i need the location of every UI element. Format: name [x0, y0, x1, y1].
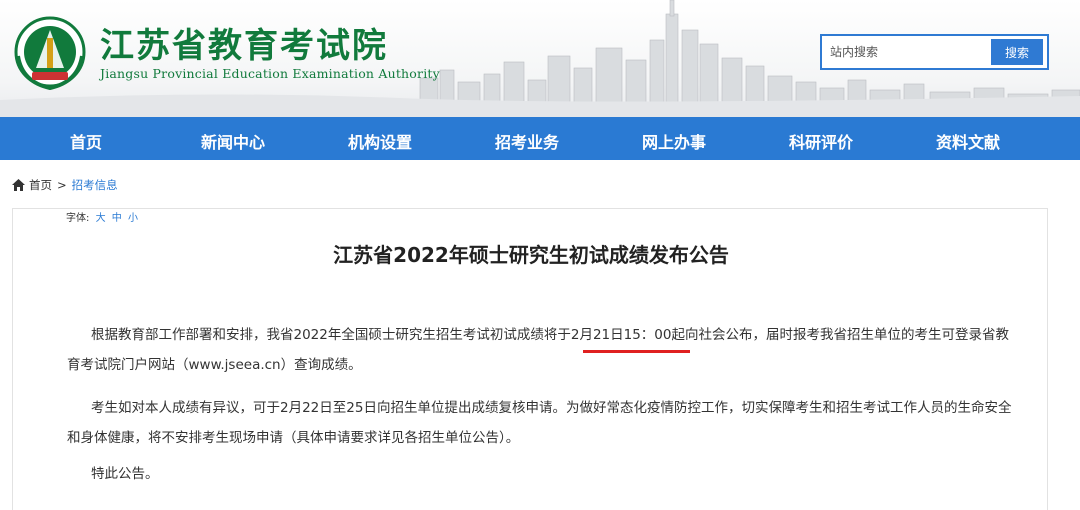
nav-item-news[interactable]: 新闻中心 [201, 129, 265, 153]
home-icon [12, 179, 25, 191]
release-time-highlight: 2月21日15：00 [570, 327, 672, 343]
article-panel: 字体: 大 中 小 江苏省2022年硕士研究生初试成绩发布公告 根据教育部工作部… [12, 208, 1048, 510]
nav-item-documents[interactable]: 资料文献 [936, 129, 1000, 153]
article-paragraph-2: 考生如对本人成绩有异议，可于2月22日至25日向招生单位提出成绩复核申请。为做好… [67, 393, 1012, 453]
breadcrumb-separator: > [57, 178, 67, 192]
breadcrumb: 首页 > 招考信息 [12, 177, 118, 193]
paragraph-1-text-a: 根据教育部工作部署和安排，我省2022年全国硕士研究生招生考试初试成绩将于 [91, 327, 571, 343]
nav-item-admissions[interactable]: 招考业务 [495, 129, 559, 153]
breadcrumb-current[interactable]: 招考信息 [72, 177, 118, 193]
search-input[interactable] [830, 41, 990, 63]
article-paragraph-3: 特此公告。 [67, 459, 1012, 489]
font-size-medium[interactable]: 中 [112, 213, 122, 224]
emblem-icon [14, 16, 86, 91]
main-nav: 首页 新闻中心 机构设置 招考业务 网上办事 科研评价 资料文献 [0, 117, 1080, 160]
nav-item-research[interactable]: 科研评价 [789, 129, 853, 153]
font-size-switcher: 字体: 大 中 小 [66, 209, 138, 224]
font-size-label: 字体: [66, 213, 90, 224]
nav-item-online-services[interactable]: 网上办事 [642, 129, 706, 153]
nav-item-organization[interactable]: 机构设置 [348, 129, 412, 153]
site-header: 江苏省教育考试院 Jiangsu Provincial Education Ex… [0, 0, 1080, 117]
site-name-cn: 江苏省教育考试院 [100, 26, 388, 66]
nav-item-home[interactable]: 首页 [70, 129, 102, 153]
site-name-en: Jiangsu Provincial Education Examination… [100, 66, 440, 81]
article-title: 江苏省2022年硕士研究生初试成绩发布公告 [333, 243, 729, 267]
paragraph-3-text: 特此公告。 [91, 466, 159, 482]
font-size-large[interactable]: 大 [96, 213, 106, 224]
search-box: 搜索 [820, 34, 1049, 70]
font-size-small[interactable]: 小 [128, 213, 138, 224]
paragraph-2-text: 考生如对本人成绩有异议，可于2月22日至25日向招生单位提出成绩复核申请。为做好… [67, 400, 1012, 446]
article-paragraph-1: 根据教育部工作部署和安排，我省2022年全国硕士研究生招生考试初试成绩将于2月2… [67, 320, 1012, 380]
red-underline-annotation [583, 350, 690, 353]
breadcrumb-home[interactable]: 首页 [29, 177, 52, 193]
search-button[interactable]: 搜索 [991, 39, 1043, 65]
